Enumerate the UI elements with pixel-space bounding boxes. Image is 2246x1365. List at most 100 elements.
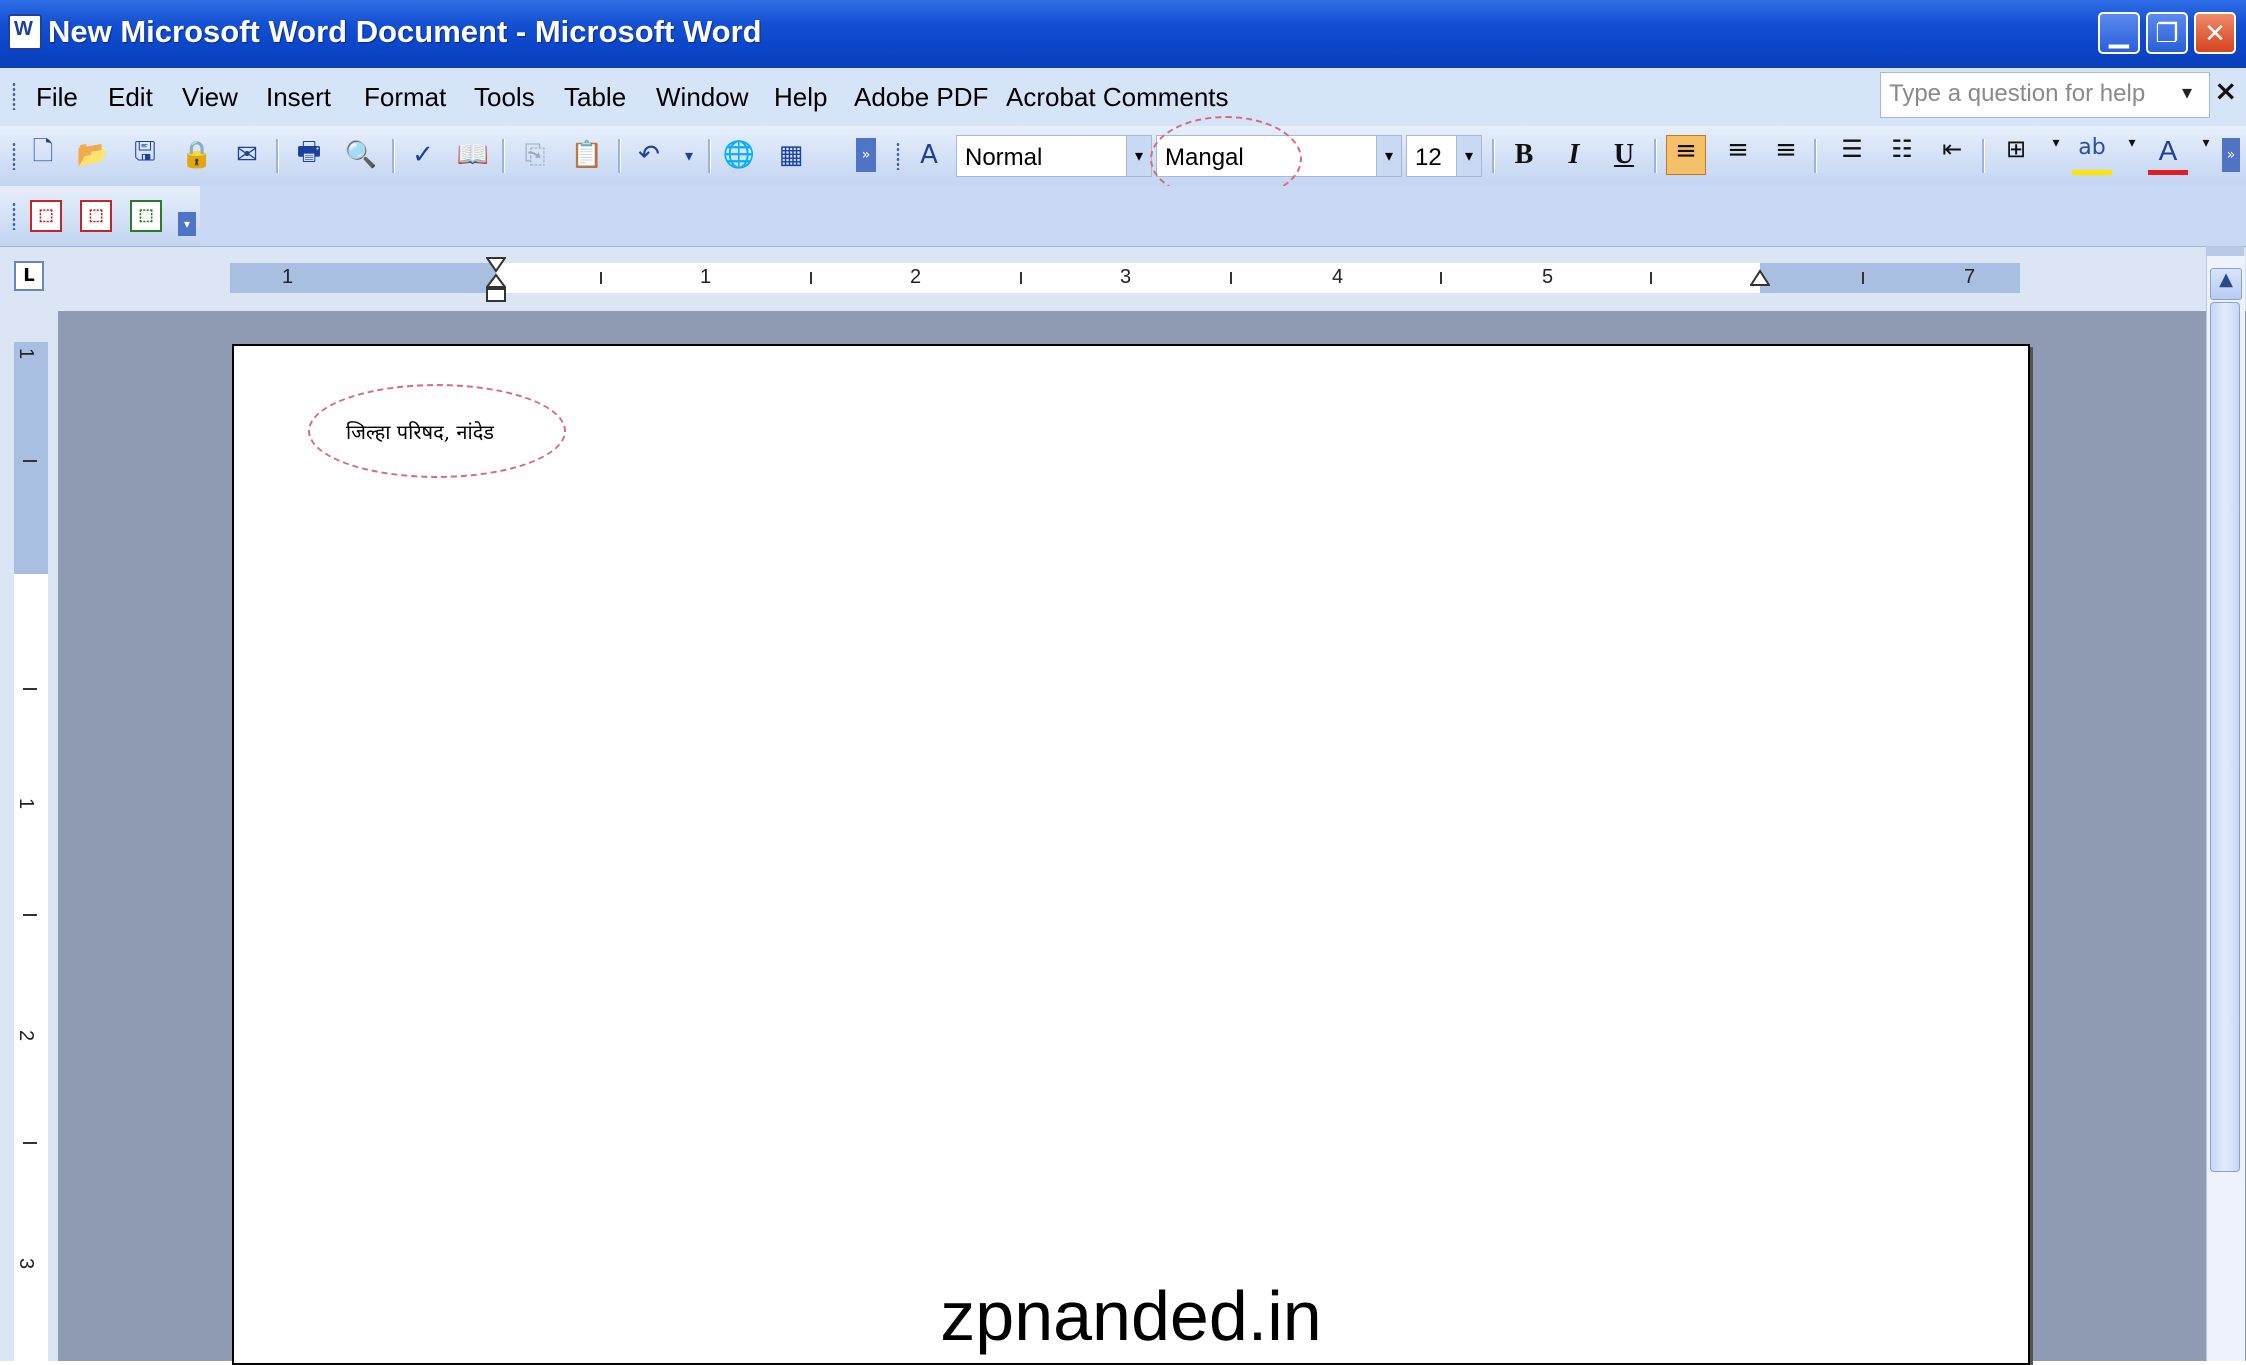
- permission-icon[interactable]: 🔒: [180, 138, 214, 172]
- toolbar-separator: [1492, 139, 1495, 173]
- save-icon[interactable]: 🖫: [128, 137, 162, 172]
- menu-view[interactable]: View: [182, 82, 238, 113]
- document-close-icon[interactable]: ×: [2214, 74, 2237, 107]
- convert-and-email-icon[interactable]: ⬚: [80, 200, 112, 232]
- font-color-icon[interactable]: A: [2148, 135, 2188, 175]
- ruler-number: 4: [1332, 266, 1344, 288]
- top-margin-area: [14, 342, 48, 574]
- vertical-scrollbar[interactable]: ▲: [2206, 256, 2245, 1361]
- align-center-button[interactable]: ≡: [1718, 135, 1758, 175]
- vertical-ruler[interactable]: 1 1 2 3: [14, 342, 48, 1361]
- ruler-tick: [23, 688, 37, 690]
- style-dropdown-icon[interactable]: ▾: [1126, 136, 1151, 176]
- scroll-thumb[interactable]: [2210, 302, 2240, 1172]
- menu-adobe-pdf[interactable]: Adobe PDF: [854, 82, 988, 113]
- undo-dropdown-icon[interactable]: ▾: [672, 138, 706, 172]
- bold-button[interactable]: B: [1504, 135, 1544, 175]
- tab-selector[interactable]: L: [14, 261, 44, 291]
- ruler-tick: [1230, 272, 1232, 284]
- paste-icon[interactable]: 📋: [570, 138, 604, 172]
- font-combo[interactable]: Mangal ▾: [1156, 135, 1402, 177]
- menu-grip-handle[interactable]: [12, 82, 16, 110]
- document-text[interactable]: जिल्हा परिषद, नांदेड: [346, 418, 494, 445]
- vertical-ruler-number: 2: [15, 1029, 38, 1042]
- underline-button[interactable]: U: [1604, 135, 1644, 175]
- borders-icon[interactable]: ⊞: [1996, 135, 2036, 175]
- borders-dropdown-icon[interactable]: ▾: [2036, 135, 2076, 175]
- highlight-icon[interactable]: ab: [2072, 135, 2112, 175]
- research-icon[interactable]: 📖: [456, 138, 490, 172]
- right-indent-marker[interactable]: [1749, 257, 1771, 303]
- align-left-button[interactable]: ≡: [1666, 135, 1706, 175]
- toolbar-options-icon[interactable]: »: [2222, 138, 2240, 172]
- menu-table[interactable]: Table: [564, 82, 626, 113]
- ruler-number: 1: [282, 266, 294, 288]
- spelling-icon[interactable]: ✓: [406, 138, 440, 172]
- menu-window[interactable]: Window: [656, 82, 748, 113]
- document-page[interactable]: जिल्हा परिषद, नांदेड zpnanded.in: [232, 344, 2030, 1365]
- left-margin-area: [230, 263, 496, 293]
- menu-tools[interactable]: Tools: [474, 82, 535, 113]
- ruler-tick: [600, 272, 602, 284]
- pdf-toolbar-options-icon[interactable]: ▾: [178, 212, 196, 236]
- style-value: Normal: [965, 144, 1043, 171]
- help-search-input[interactable]: [1881, 73, 2177, 115]
- tables-borders-icon[interactable]: ▦: [774, 138, 808, 172]
- bullets-icon[interactable]: ☷: [1882, 135, 1922, 175]
- vertical-ruler-number: 1: [15, 347, 38, 360]
- menu-acrobat-comments[interactable]: Acrobat Comments: [1006, 82, 1229, 113]
- word-app-icon[interactable]: [8, 14, 42, 50]
- first-line-indent-marker[interactable]: [485, 257, 507, 303]
- toolbar-separator: [502, 139, 505, 173]
- ruler-tick: [1440, 272, 1442, 284]
- open-folder-icon[interactable]: 📂: [76, 138, 110, 172]
- scroll-up-icon[interactable]: ▲: [2210, 268, 2242, 300]
- help-dropdown-icon[interactable]: ▾: [2182, 80, 2192, 104]
- pdf-toolbar: ⬚ ⬚ ⬚ ▾: [0, 186, 201, 246]
- italic-button[interactable]: I: [1554, 135, 1594, 175]
- ruler-number: 7: [1964, 266, 1976, 288]
- window-title: New Microsoft Word Document - Microsoft …: [48, 14, 762, 49]
- font-color-dropdown-icon[interactable]: ▾: [2186, 135, 2226, 175]
- convert-to-pdf-icon[interactable]: ⬚: [30, 200, 62, 232]
- close-button[interactable]: ✕: [2194, 12, 2236, 54]
- toolbar-grip-handle[interactable]: [12, 142, 16, 170]
- toolbar-separator: [1654, 139, 1657, 173]
- new-document-icon[interactable]: 🗋: [26, 137, 60, 172]
- toolbar-separator: [392, 139, 395, 173]
- restore-button[interactable]: ❐: [2146, 12, 2188, 54]
- style-combo[interactable]: Normal ▾: [956, 135, 1152, 177]
- print-icon[interactable]: 🖶: [292, 137, 326, 172]
- hyperlink-icon[interactable]: 🌐: [722, 138, 756, 172]
- right-margin-area: [1760, 263, 2020, 293]
- decrease-indent-icon[interactable]: ⇤: [1932, 135, 1972, 175]
- toolbar-options-icon[interactable]: »: [856, 138, 876, 172]
- formatting-grip-handle[interactable]: [896, 142, 900, 170]
- copy-icon[interactable]: ⎘: [518, 138, 552, 172]
- font-dropdown-icon[interactable]: ▾: [1376, 136, 1401, 176]
- undo-icon[interactable]: ↶: [632, 138, 666, 172]
- convert-and-review-icon[interactable]: ⬚: [130, 200, 162, 232]
- ruler-number: 2: [910, 266, 922, 288]
- horizontal-ruler[interactable]: 1 1 2 3 4 5 7: [230, 257, 2020, 302]
- menu-insert[interactable]: Insert: [266, 82, 331, 113]
- highlight-dropdown-icon[interactable]: ▾: [2112, 135, 2152, 175]
- font-size-dropdown-icon[interactable]: ▾: [1456, 136, 1481, 176]
- font-size-combo[interactable]: 12 ▾: [1406, 135, 1482, 177]
- help-question-box[interactable]: [1880, 72, 2210, 118]
- watermark-text: zpnanded.in: [940, 1277, 1322, 1355]
- split-box[interactable]: [2206, 246, 2244, 256]
- pdf-toolbar-grip-handle[interactable]: [12, 202, 16, 230]
- menu-help[interactable]: Help: [774, 82, 827, 113]
- menu-format[interactable]: Format: [364, 82, 446, 113]
- align-right-button[interactable]: ≡: [1766, 135, 1806, 175]
- email-icon[interactable]: ✉: [230, 138, 264, 172]
- numbering-icon[interactable]: ☰: [1832, 135, 1872, 175]
- ruler-tick: [23, 1142, 37, 1144]
- menu-file[interactable]: File: [36, 82, 78, 113]
- menu-edit[interactable]: Edit: [108, 82, 153, 113]
- print-preview-icon[interactable]: 🔍: [344, 138, 378, 172]
- minimize-button[interactable]: ▁: [2098, 12, 2140, 54]
- title-bar: New Microsoft Word Document - Microsoft …: [0, 0, 2246, 68]
- styles-formatting-icon[interactable]: A: [912, 138, 946, 172]
